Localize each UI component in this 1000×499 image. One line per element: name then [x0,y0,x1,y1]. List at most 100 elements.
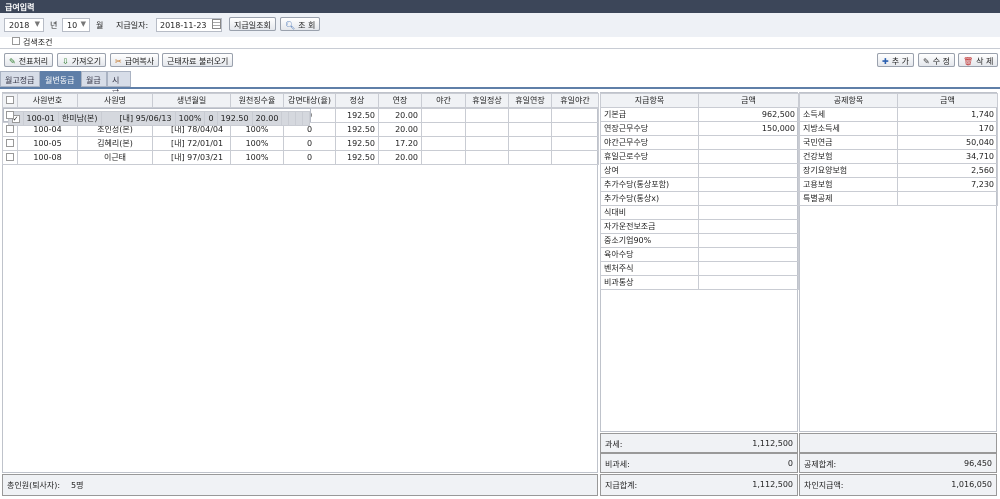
table-cell[interactable]: 192.50 [335,122,379,137]
edit-button[interactable]: ✎ 수 정 [918,53,955,67]
table-cell[interactable]: 이근태 [77,150,153,165]
item-amount[interactable] [897,191,998,206]
row-checkbox[interactable] [6,110,14,119]
list-item[interactable]: 상여 [600,163,799,178]
table-cell[interactable]: 20.00 [378,150,422,165]
table-cell[interactable]: 0 [283,136,336,151]
col-header[interactable]: 휴일연장 [508,93,552,108]
row-checkbox[interactable] [6,124,14,133]
delete-button[interactable]: 🗑︎ 삭 제 [958,53,999,67]
item-amount[interactable] [698,261,799,276]
table-cell[interactable]: 100% [230,150,284,165]
item-name[interactable]: 지방소득세 [799,121,898,136]
list-item[interactable]: 고용보험 7,230 [799,177,998,192]
item-name[interactable]: 휴일근로수당 [600,149,699,164]
voucher-button[interactable]: ✎ 전표처리 [4,53,54,67]
table-cell[interactable]: 20.00 [251,111,283,126]
table-row[interactable]: ✓ 100-01 한미남(본) [내] 95/06/13 100% 0 192.50 20.0… [2,108,312,126]
year-select[interactable]: 2018 ▼ [4,18,44,32]
table-cell[interactable] [465,122,509,137]
item-name[interactable]: 기본급 [600,107,699,122]
item-amount[interactable]: 150,000 [698,121,799,136]
search-button[interactable]: 🔍︎ 조 회 [280,17,321,31]
copy-button[interactable]: ✂ 급여복사 [110,53,160,67]
item-name[interactable]: 장기요양보험 [799,163,898,178]
list-item[interactable]: 소득세 1,740 [799,107,998,122]
table-cell[interactable] [551,122,599,137]
item-amount[interactable]: 7,230 [897,177,998,192]
item-amount[interactable] [698,135,799,150]
list-item[interactable]: 휴일근로수당 [600,149,799,164]
table-row[interactable]: 100-08 이근태 [내] 97/03/21 100% 0 192.50 20.00 [2,150,599,165]
table-cell[interactable] [421,150,466,165]
col-header[interactable]: 사원번호 [17,93,78,108]
list-item[interactable]: 중소기업90% [600,233,799,248]
list-item[interactable]: 육아수당 [600,247,799,262]
list-item[interactable]: 기본급 962,500 [600,107,799,122]
item-amount[interactable]: 1,740 [897,107,998,122]
table-cell[interactable]: 192.50 [216,111,253,126]
condition-checkbox[interactable] [12,37,20,45]
list-item[interactable]: 건강보험 34,710 [799,149,998,164]
list-item[interactable]: 지방소득세 170 [799,121,998,136]
import-button[interactable]: ⇩ 가져오기 [57,53,107,67]
table-cell[interactable]: 192.50 [335,108,379,123]
list-item[interactable]: 국민연금 50,040 [799,135,998,150]
tab-hourly[interactable]: 시급 [107,71,131,96]
item-amount[interactable] [698,177,799,192]
row-checkbox[interactable] [6,152,14,161]
item-name[interactable]: 추가수당(통상x) [600,191,699,206]
item-amount[interactable]: 170 [897,121,998,136]
item-name[interactable]: 육아수당 [600,247,699,262]
table-cell[interactable] [508,150,552,165]
table-cell[interactable]: 100% [174,111,206,126]
table-cell[interactable] [465,150,509,165]
col-header[interactable]: 연장 [378,93,422,108]
table-cell[interactable]: 20.00 [378,108,422,123]
calendar-icon[interactable] [212,19,221,29]
table-cell[interactable]: 100-08 [17,150,78,165]
row-checkbox[interactable] [6,138,14,147]
table-cell[interactable] [508,108,552,123]
item-name[interactable]: 연장근무수당 [600,121,699,136]
table-cell[interactable]: 김혜리(본) [77,136,153,151]
item-amount[interactable] [698,205,799,220]
item-name[interactable]: 특별공제 [799,191,898,206]
list-item[interactable]: 벤처주식 [600,261,799,276]
item-name[interactable]: 국민연금 [799,135,898,150]
item-amount[interactable]: 2,560 [897,163,998,178]
table-cell[interactable]: [내] 95/06/13 [100,111,176,126]
item-name[interactable]: 자가운전보조금 [600,219,699,234]
load-attendance-button[interactable]: 근태자료 불러오기 [162,53,234,67]
item-amount[interactable] [698,275,799,290]
item-name[interactable]: 식대비 [600,205,699,220]
table-cell[interactable]: 0 [204,111,218,126]
item-name[interactable]: 소득세 [799,107,898,122]
table-cell[interactable] [551,108,599,123]
table-cell[interactable]: 20.00 [378,122,422,137]
list-item[interactable]: 연장근무수당 150,000 [600,121,799,136]
item-name[interactable]: 중소기업90% [600,233,699,248]
item-amount[interactable] [698,149,799,164]
item-amount[interactable]: 50,040 [897,135,998,150]
item-name[interactable]: 고용보험 [799,177,898,192]
tab-monthly-fixed[interactable]: 월고정급 [0,71,40,87]
list-item[interactable]: 장기요양보험 2,560 [799,163,998,178]
table-cell[interactable]: [내] 72/01/01 [152,136,231,151]
table-cell[interactable] [421,108,466,123]
col-header[interactable]: 생년월일 [152,93,231,108]
table-cell[interactable] [295,111,304,126]
item-amount[interactable]: 962,500 [698,107,799,122]
list-item[interactable]: 식대비 [600,205,799,220]
select-all-checkbox[interactable] [6,95,14,104]
table-cell[interactable]: 0 [283,150,336,165]
list-item[interactable]: 특별공제 [799,191,998,206]
row-check-cell[interactable] [2,150,18,165]
item-amount[interactable] [698,233,799,248]
add-button[interactable]: ✚ 추 가 [877,53,914,67]
item-amount[interactable] [698,219,799,234]
select-all-cell[interactable] [2,93,18,108]
tab-monthly-variable[interactable]: 월변동급 [40,71,81,87]
list-item[interactable]: 추가수당(통상x) [600,191,799,206]
table-cell[interactable]: 100% [230,136,284,151]
